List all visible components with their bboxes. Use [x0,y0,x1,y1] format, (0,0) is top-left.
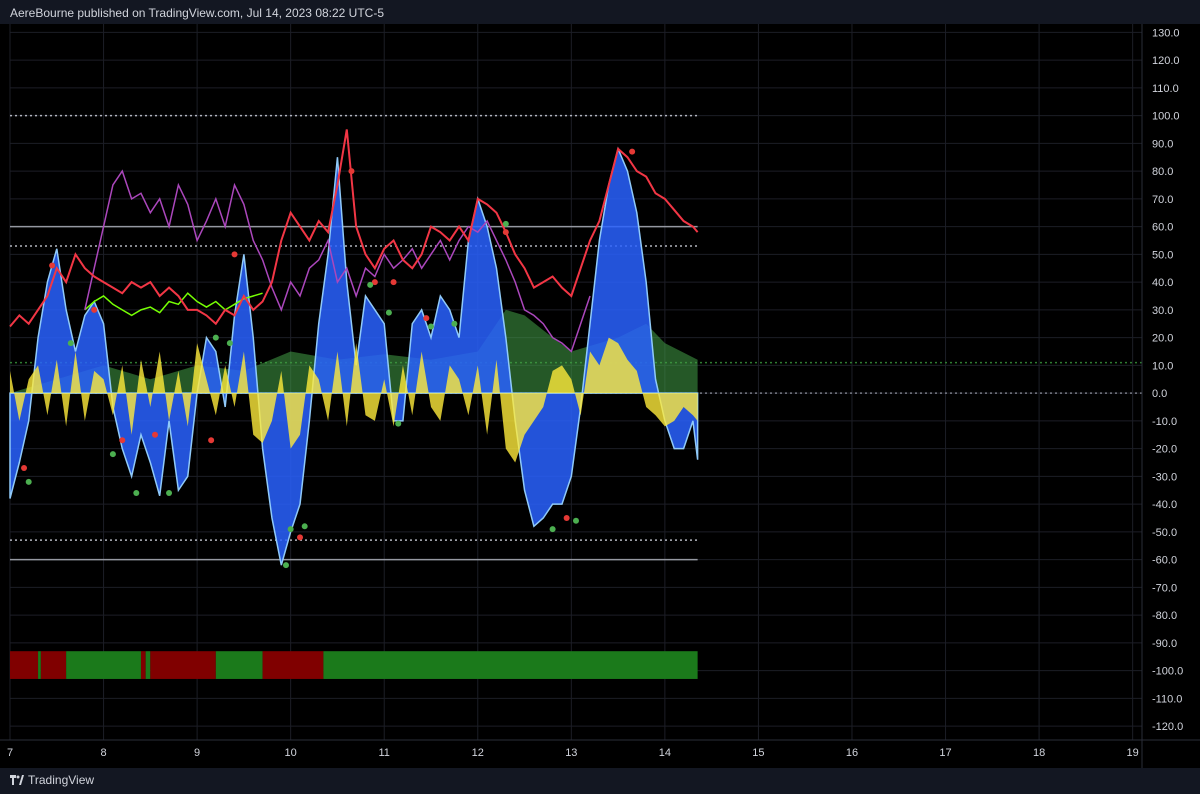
x-tick-label: 16 [846,747,858,759]
y-tick-label: -10.0 [1152,416,1177,428]
y-tick-label: 50.0 [1152,249,1173,261]
y-tick-label: 0.0 [1152,388,1167,400]
marker-green [367,281,374,288]
marker-green [549,526,556,533]
marker-red [297,534,304,541]
marker-green [25,478,32,485]
y-tick-label: 70.0 [1152,194,1173,206]
marker-green [282,562,289,569]
marker-red [502,229,509,236]
marker-green [451,320,458,327]
published-text: AereBourne published on TradingView.com,… [10,6,385,20]
bottom-bar-segment [145,651,151,679]
y-tick-label: 120.0 [1152,55,1180,67]
marker-red [21,465,28,472]
y-tick-label: -110.0 [1152,693,1182,705]
marker-green [212,334,219,341]
y-tick-label: 20.0 [1152,333,1173,345]
marker-green [226,340,233,347]
marker-green [502,220,509,227]
x-tick-label: 18 [1033,747,1045,759]
marker-green [109,451,116,458]
marker-green [301,523,308,530]
x-tick-label: 11 [379,747,390,759]
marker-red [119,437,126,444]
y-tick-label: -30.0 [1152,471,1177,483]
y-tick-label: 100.0 [1152,111,1180,123]
marker-green [427,323,434,330]
y-tick-label: 110.0 [1152,83,1179,95]
header: AereBourne published on TradingView.com,… [0,0,1200,24]
x-tick-label: 17 [939,747,951,759]
marker-red [390,279,397,286]
y-tick-label: 80.0 [1152,166,1173,178]
marker-green [573,517,579,524]
y-tick-label: -20.0 [1152,444,1177,456]
bottom-bar-segment [38,651,41,679]
y-tick-label: -60.0 [1152,555,1177,567]
y-tick-label: 90.0 [1152,138,1173,150]
marker-red [348,168,355,175]
x-tick-label: 19 [1127,747,1139,759]
marker-red [208,437,215,444]
x-tick-label: 12 [472,747,484,759]
bottom-bar-segment [323,651,698,679]
marker-red [423,315,430,322]
y-tick-label: -50.0 [1152,527,1177,539]
y-tick-label: 60.0 [1152,222,1173,234]
x-tick-label: 8 [100,747,106,759]
y-tick-label: -90.0 [1152,638,1177,650]
footer: TradingView [0,768,1200,794]
marker-green [67,340,74,347]
bottom-bar-segment [150,651,216,679]
x-tick-label: 9 [194,747,200,759]
x-tick-label: 14 [659,747,671,759]
bottom-bar-segment [66,651,141,679]
x-tick-label: 10 [285,747,297,759]
marker-green [166,490,173,497]
bottom-bar-segment [40,651,67,679]
tradingview-brand: TradingView [28,773,95,787]
y-tick-label: 40.0 [1152,277,1173,289]
bottom-bar-segment [215,651,263,679]
y-tick-label: -80.0 [1152,610,1177,622]
marker-green [287,526,294,533]
chart-frame: 130.0 120.0 110.0 100.0 90.0 80.0 70.0 60.0 50.0… [0,24,1200,768]
bottom-bar-segment [140,651,146,679]
bottom-bar-segment [262,651,324,679]
y-tick-label: 130.0 [1152,27,1180,39]
marker-red [91,306,98,313]
bottom-bar [10,651,698,679]
bottom-bar-segment [10,651,39,679]
marker-green [395,420,402,427]
y-tick-label: -100.0 [1152,666,1183,678]
y-tick-label: -70.0 [1152,582,1177,594]
marker-red [563,514,570,521]
marker-green [133,490,140,497]
y-tick-label: -120.0 [1152,721,1183,733]
marker-red [629,148,636,155]
x-tick-label: 15 [752,747,764,759]
marker-red [49,262,56,269]
x-tick-label: 7 [7,747,13,759]
y-tick-label: 10.0 [1152,360,1173,372]
chart-svg[interactable]: 130.0120.0110.0100.090.080.070.060.050.0… [0,24,1200,768]
marker-green [385,309,392,316]
tradingview-logo[interactable]: TradingView [10,773,94,787]
y-tick-label: 30.0 [1152,305,1173,317]
y-tick-label: -40.0 [1152,499,1177,511]
marker-red [231,251,238,258]
x-tick-label: 13 [565,747,577,759]
marker-red [152,431,159,438]
tradingview-logo-icon [10,775,24,785]
